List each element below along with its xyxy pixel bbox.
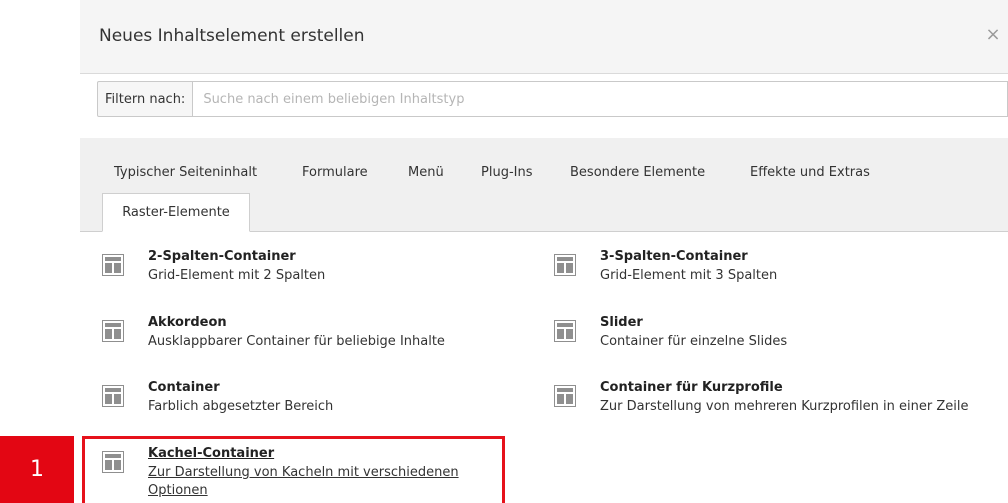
tab-typischer-seiteninhalt[interactable]: Typischer Seiteninhalt bbox=[114, 165, 257, 180]
annotation-highlight-box bbox=[82, 436, 505, 503]
tab-plug-ins[interactable]: Plug-Ins bbox=[481, 165, 532, 180]
tab-menue[interactable]: Menü bbox=[408, 165, 444, 180]
grid-layout-icon bbox=[102, 385, 124, 407]
dialog-header: Neues Inhaltselement erstellen × bbox=[80, 0, 1008, 74]
grid-layout-icon bbox=[102, 254, 124, 276]
content-element-description: Grid-Element mit 3 Spalten bbox=[600, 268, 778, 283]
tab-effekte-und-extras[interactable]: Effekte und Extras bbox=[750, 165, 870, 180]
grid-layout-icon bbox=[554, 385, 576, 407]
tab-besondere-elemente[interactable]: Besondere Elemente bbox=[570, 165, 705, 180]
content-element-title: Container für Kurzprofile bbox=[600, 380, 783, 395]
filter-group: Filtern nach: bbox=[97, 81, 1008, 117]
tab-bar: Typischer Seiteninhalt Formulare Menü Pl… bbox=[80, 138, 1008, 232]
filter-area: Filtern nach: bbox=[80, 74, 1008, 138]
tab-raster-elemente[interactable]: Raster-Elemente bbox=[102, 193, 250, 232]
grid-layout-icon bbox=[554, 320, 576, 342]
content-element-title: Slider bbox=[600, 315, 643, 330]
dialog-title: Neues Inhaltselement erstellen bbox=[99, 26, 365, 46]
tab-formulare[interactable]: Formulare bbox=[302, 165, 368, 180]
content-element-description: Zur Darstellung von mehreren Kurzprofile… bbox=[600, 399, 969, 414]
content-element-title: 3-Spalten-Container bbox=[600, 249, 748, 264]
grid-layout-icon bbox=[102, 320, 124, 342]
content-element-title: 2-Spalten-Container bbox=[148, 249, 296, 264]
filter-label: Filtern nach: bbox=[97, 81, 194, 117]
annotation-badge: 1 bbox=[0, 436, 74, 503]
filter-input[interactable] bbox=[193, 81, 1008, 117]
content-element-description: Grid-Element mit 2 Spalten bbox=[148, 268, 326, 283]
content-element-title: Akkordeon bbox=[148, 315, 227, 330]
close-icon[interactable]: × bbox=[984, 24, 1002, 45]
content-element-title: Container bbox=[148, 380, 220, 395]
new-content-element-dialog: Neues Inhaltselement erstellen × Filtern… bbox=[80, 0, 1008, 503]
content-element-description: Ausklappbarer Container für beliebige In… bbox=[148, 334, 445, 349]
content-element-description: Container für einzelne Slides bbox=[600, 334, 788, 349]
grid-layout-icon bbox=[554, 254, 576, 276]
content-element-description: Farblich abgesetzter Bereich bbox=[148, 399, 334, 414]
